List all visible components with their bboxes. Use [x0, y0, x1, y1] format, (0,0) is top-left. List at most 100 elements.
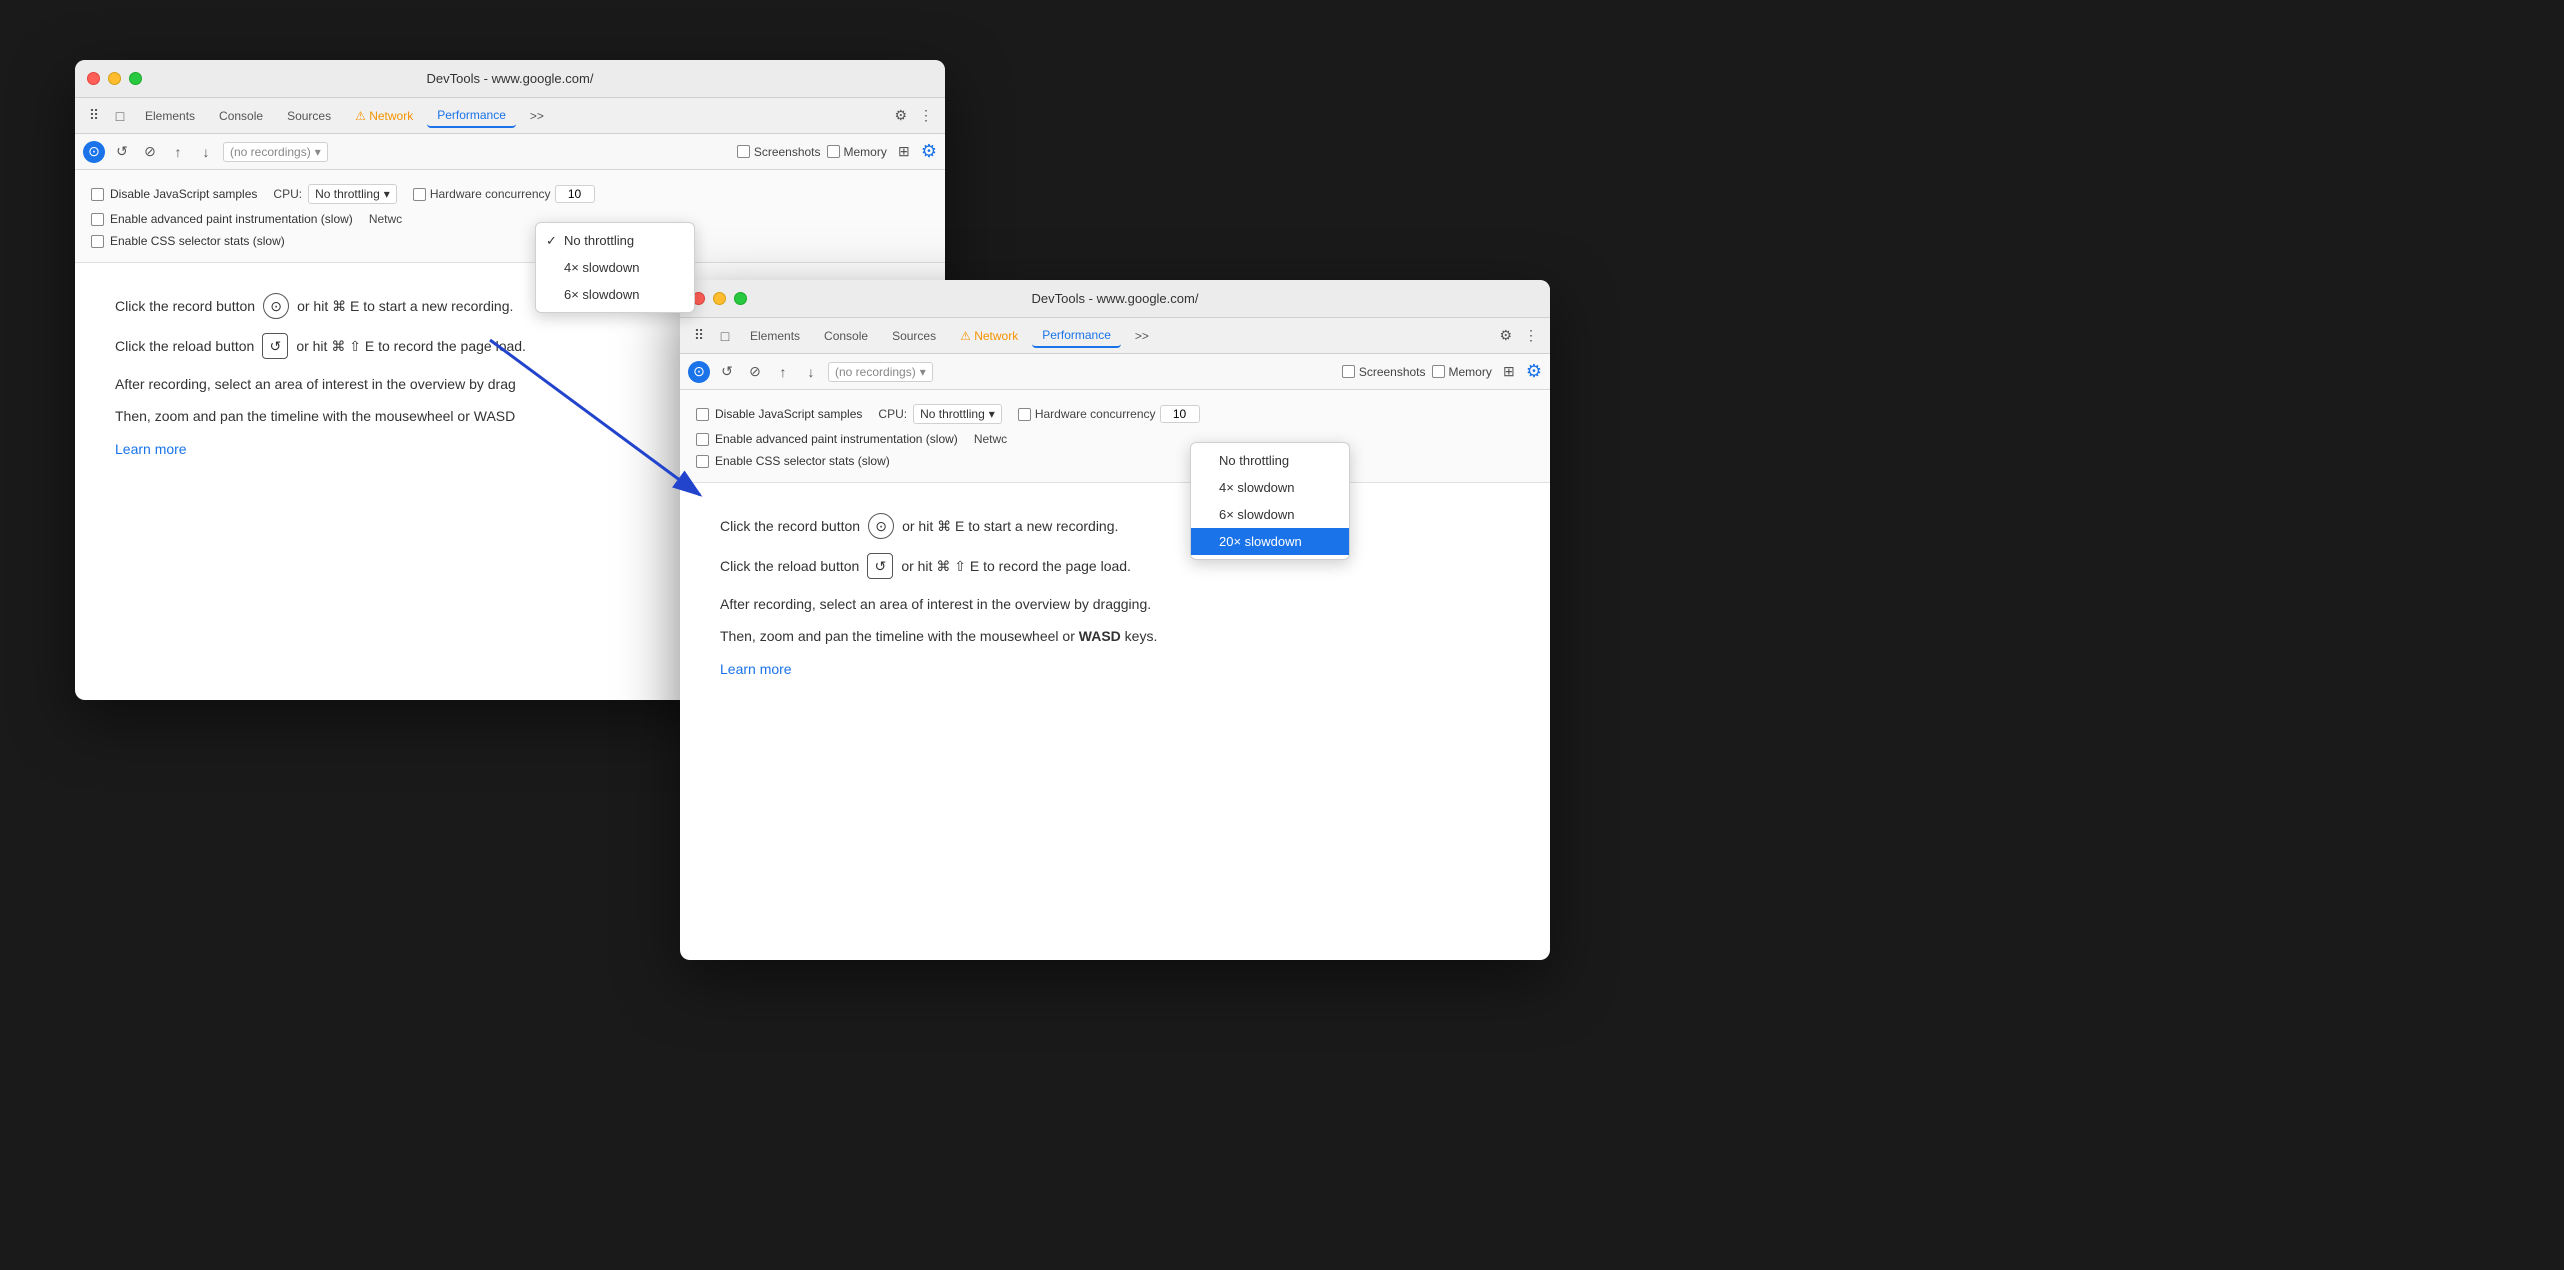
cpu-dropdown-menu-back: No throttling 4× slowdown 6× slowdown — [535, 222, 695, 313]
enable-paint-cb-front[interactable] — [696, 433, 709, 446]
tab-more-back[interactable]: >> — [520, 105, 554, 127]
tab-more-front[interactable]: >> — [1125, 325, 1159, 347]
disable-js-cb-back[interactable] — [91, 188, 104, 201]
upload-btn-back[interactable]: ↑ — [167, 141, 189, 163]
throttle-none-back[interactable]: No throttling — [536, 227, 694, 254]
tab-network-back[interactable]: Network — [345, 105, 423, 127]
maximize-button-back[interactable] — [129, 72, 142, 85]
record-shortcut-front: or hit ⌘ E to start a new recording. — [902, 515, 1118, 537]
title-bar-back: DevTools - www.google.com/ — [75, 60, 945, 98]
clear-btn-back[interactable]: ⊘ — [139, 141, 161, 163]
reload-btn-back[interactable]: ↺ — [111, 141, 133, 163]
throttle-20x-front[interactable]: 20× slowdown — [1191, 528, 1349, 555]
throttle-4x-front[interactable]: 4× slowdown — [1191, 474, 1349, 501]
gear-icon-front[interactable]: ⚙ — [1526, 361, 1542, 382]
cpu-dropdown-arrow-back: ▾ — [384, 187, 390, 201]
tab-console-back[interactable]: Console — [209, 105, 273, 127]
cpu-dropdown-value-back: No throttling — [315, 187, 380, 201]
download-btn-front[interactable]: ↓ — [800, 361, 822, 383]
minimize-button-front[interactable] — [713, 292, 726, 305]
throttle-4x-back[interactable]: 4× slowdown — [536, 254, 694, 281]
hw-input-front[interactable] — [1160, 405, 1200, 423]
tab-performance-back[interactable]: Performance — [427, 104, 516, 128]
download-btn-back[interactable]: ↓ — [195, 141, 217, 163]
upload-btn-front[interactable]: ↑ — [772, 361, 794, 383]
minimize-button-back[interactable] — [108, 72, 121, 85]
cpu-dropdown-value-front: No throttling — [920, 407, 985, 421]
settings-row3-back: Enable CSS selector stats (slow) — [91, 230, 929, 252]
tab-icon-selector[interactable]: ⠿ — [83, 105, 105, 127]
network-control-back: Netwc — [369, 212, 402, 226]
settings-icon-back[interactable]: ⚙ — [890, 103, 911, 128]
hw-input-back[interactable] — [555, 185, 595, 203]
maximize-button-front[interactable] — [734, 292, 747, 305]
tab-bar-back: ⠿ □ Elements Console Sources Network Per… — [75, 98, 945, 134]
learn-more-front[interactable]: Learn more — [720, 661, 792, 677]
tab-performance-front[interactable]: Performance — [1032, 324, 1121, 348]
tab-console-front[interactable]: Console — [814, 325, 878, 347]
close-button-back[interactable] — [87, 72, 100, 85]
reload-shortcut-back: or hit ⌘ ⇧ E to record the page load. — [296, 335, 526, 357]
tab-elements-front[interactable]: Elements — [740, 325, 810, 347]
toolbar-front: ⊙ ↺ ⊘ ↑ ↓ (no recordings) ▾ Screenshots … — [680, 354, 1550, 390]
hw-toggle-back: Hardware concurrency — [413, 185, 595, 203]
memory-toggle-back: Memory — [827, 145, 887, 159]
record-btn-front[interactable]: ⊙ — [688, 361, 710, 383]
memory-checkbox-back[interactable] — [827, 145, 840, 158]
memory-icon-back[interactable]: ⊞ — [893, 141, 915, 163]
tab-icon-device[interactable]: □ — [109, 105, 131, 127]
main-content-front: Click the record button ⊙ or hit ⌘ E to … — [680, 483, 1550, 710]
cpu-control-front: CPU: No throttling ▾ — [878, 404, 1001, 424]
disable-js-label-front: Disable JavaScript samples — [696, 407, 862, 421]
throttle-6x-front[interactable]: 6× slowdown — [1191, 501, 1349, 528]
reload-btn-front[interactable]: ↺ — [716, 361, 738, 383]
memory-checkbox-front[interactable] — [1432, 365, 1445, 378]
recordings-select-front[interactable]: (no recordings) ▾ — [828, 362, 933, 382]
tab-sources-front[interactable]: Sources — [882, 325, 946, 347]
tab-icon-device-front[interactable]: □ — [714, 325, 736, 347]
disable-js-label-back: Disable JavaScript samples — [91, 187, 257, 201]
screenshots-checkbox-front[interactable] — [1342, 365, 1355, 378]
hw-cb-front[interactable] — [1018, 408, 1031, 421]
devtools-window-front: DevTools - www.google.com/ ⠿ □ Elements … — [680, 280, 1550, 960]
enable-css-cb-front[interactable] — [696, 455, 709, 468]
network-label-back: Netwc — [369, 212, 402, 226]
cpu-dropdown-back[interactable]: No throttling ▾ — [308, 184, 397, 204]
desc1-front: After recording, select an area of inter… — [720, 593, 1510, 615]
enable-paint-cb-back[interactable] — [91, 213, 104, 226]
tab-elements-back[interactable]: Elements — [135, 105, 205, 127]
record-btn-back[interactable]: ⊙ — [83, 141, 105, 163]
record-icon-front: ⊙ — [868, 513, 894, 539]
recordings-select-back[interactable]: (no recordings) ▾ — [223, 142, 328, 162]
settings-icon-front[interactable]: ⚙ — [1495, 323, 1516, 348]
recordings-placeholder-front: (no recordings) — [835, 365, 916, 379]
traffic-lights-front — [692, 292, 747, 305]
enable-css-cb-back[interactable] — [91, 235, 104, 248]
toolbar-back: ⊙ ↺ ⊘ ↑ ↓ (no recordings) ▾ Screenshots … — [75, 134, 945, 170]
enable-paint-label-front: Enable advanced paint instrumentation (s… — [696, 432, 958, 446]
more-icon-back[interactable]: ⋮ — [915, 103, 937, 128]
enable-css-label-front: Enable CSS selector stats (slow) — [696, 454, 890, 468]
settings-row1-back: Disable JavaScript samples CPU: No throt… — [91, 180, 929, 208]
learn-more-back[interactable]: Learn more — [115, 441, 187, 457]
desc2-front: Then, zoom and pan the timeline with the… — [720, 625, 1510, 647]
gear-icon-back[interactable]: ⚙ — [921, 141, 937, 162]
network-control-front: Netwc — [974, 432, 1007, 446]
reload-instruction-front: Click the reload button ↺ or hit ⌘ ⇧ E t… — [720, 553, 1510, 579]
cpu-dropdown-front[interactable]: No throttling ▾ — [913, 404, 1002, 424]
more-icon-front[interactable]: ⋮ — [1520, 323, 1542, 348]
reload-icon-back: ↺ — [262, 333, 288, 359]
disable-js-cb-front[interactable] — [696, 408, 709, 421]
screenshots-checkbox-back[interactable] — [737, 145, 750, 158]
hw-cb-back[interactable] — [413, 188, 426, 201]
throttle-6x-back[interactable]: 6× slowdown — [536, 281, 694, 308]
record-shortcut-back: or hit ⌘ E to start a new recording. — [297, 295, 513, 317]
screenshots-toggle-back: Screenshots — [737, 145, 821, 159]
settings-row1-front: Disable JavaScript samples CPU: No throt… — [696, 400, 1534, 428]
tab-network-front[interactable]: Network — [950, 325, 1028, 347]
tab-sources-back[interactable]: Sources — [277, 105, 341, 127]
memory-icon-front[interactable]: ⊞ — [1498, 361, 1520, 383]
throttle-none-front[interactable]: No throttling — [1191, 447, 1349, 474]
tab-icon-selector-front[interactable]: ⠿ — [688, 325, 710, 347]
clear-btn-front[interactable]: ⊘ — [744, 361, 766, 383]
